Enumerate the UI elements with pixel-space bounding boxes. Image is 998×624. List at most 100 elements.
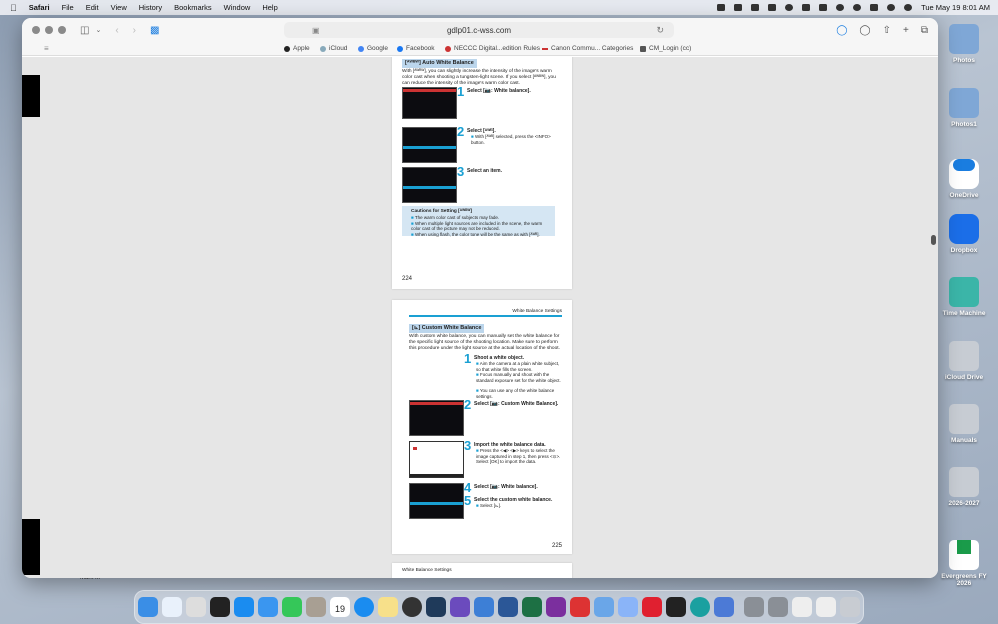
preview-icon[interactable] bbox=[792, 597, 812, 617]
bookmark-icloud[interactable]: iCloud bbox=[320, 45, 347, 52]
desktop-item-dropbox[interactable]: Dropbox bbox=[934, 214, 994, 254]
bookmark-label: Apple bbox=[293, 45, 310, 52]
apple-icon bbox=[284, 45, 290, 52]
share-icon[interactable]: ⇧ bbox=[883, 25, 891, 36]
lightroom-icon[interactable] bbox=[426, 597, 446, 617]
bookmark-cm-login[interactable]: CM_Login (cc) bbox=[640, 45, 691, 52]
bookmark-canon[interactable]: Canon Commu... Categories bbox=[542, 45, 633, 52]
onenote-icon[interactable] bbox=[546, 597, 566, 617]
dng-icon[interactable] bbox=[450, 597, 470, 617]
finder-icon[interactable] bbox=[138, 597, 158, 617]
dropbox-status-icon[interactable] bbox=[751, 4, 760, 11]
page-number: 224 bbox=[402, 276, 413, 282]
browser-toolbar: ◫ ⌄ ‹ › ▩ ▣ gdlp01.c-wss.com ↻ ◯ ◯ ⇧ + ⧉ bbox=[22, 18, 938, 42]
launchpad-icon[interactable] bbox=[186, 597, 206, 617]
menu-file[interactable]: File bbox=[62, 3, 74, 12]
word-icon[interactable] bbox=[498, 597, 518, 617]
edge-icon[interactable] bbox=[690, 597, 710, 617]
opera-icon[interactable] bbox=[642, 597, 662, 617]
sidebar-toggle-icon[interactable]: ◫ bbox=[80, 25, 89, 36]
desktop-item-2026-2027[interactable]: 2026-2027 bbox=[934, 467, 994, 507]
menu-view[interactable]: View bbox=[111, 3, 127, 12]
pdf-viewer[interactable]: [ᴬᵂᴮᵂ] Auto White Balance With [ᴬᵂᴮᵂ], y… bbox=[22, 57, 938, 578]
folder-icon[interactable] bbox=[744, 597, 764, 617]
reload-icon[interactable]: ↻ bbox=[656, 25, 664, 36]
canon-eu-icon[interactable] bbox=[570, 597, 590, 617]
tab-overview-icon[interactable]: ▩ bbox=[150, 25, 159, 36]
calendar-icon[interactable]: 19 bbox=[330, 597, 350, 617]
google-app-icon[interactable] bbox=[618, 597, 638, 617]
desktop-item-onedrive[interactable]: OneDrive bbox=[934, 150, 994, 199]
desktop-item-photos[interactable]: Photos bbox=[934, 24, 994, 64]
chevron-down-icon[interactable]: ⌄ bbox=[95, 26, 101, 34]
pdf-page-226: White Balance Settings bbox=[392, 563, 572, 578]
mail-icon[interactable] bbox=[258, 597, 278, 617]
forward-button[interactable]: › bbox=[133, 25, 136, 36]
siri-icon[interactable] bbox=[904, 4, 913, 11]
close-button[interactable] bbox=[32, 26, 40, 34]
desktop-label: iCloud Drive bbox=[944, 374, 984, 381]
bookmark-neccc[interactable]: NECCC Digital...edition Rules bbox=[445, 45, 540, 52]
control-center-icon[interactable] bbox=[870, 4, 879, 11]
camera-item-screenshot bbox=[402, 167, 457, 203]
wifi-icon[interactable] bbox=[853, 4, 862, 11]
running-header: White Balance Settings bbox=[402, 568, 452, 573]
menu-bookmarks[interactable]: Bookmarks bbox=[174, 3, 212, 12]
trash-icon[interactable] bbox=[840, 597, 860, 617]
bookmark-apple[interactable]: Apple bbox=[284, 45, 310, 52]
pen-status-icon[interactable] bbox=[802, 4, 811, 11]
folder-icon bbox=[949, 404, 979, 434]
status-app-icon[interactable] bbox=[717, 4, 726, 11]
folder-icon[interactable] bbox=[768, 597, 788, 617]
desktop-item-evergreens[interactable]: Evergreens FY 2026 bbox=[934, 532, 994, 587]
caution-item: When using flash, the color tone will be… bbox=[411, 232, 552, 238]
search-icon[interactable] bbox=[887, 4, 896, 11]
desktop-item-icloud-drive[interactable]: iCloud Drive bbox=[934, 341, 994, 381]
menu-history[interactable]: History bbox=[139, 3, 162, 12]
app-store-icon[interactable] bbox=[234, 597, 254, 617]
translate-icon[interactable]: ◯ bbox=[836, 25, 847, 36]
status-app-icon[interactable] bbox=[734, 4, 743, 11]
grid-icon[interactable]: ≡ bbox=[44, 44, 49, 53]
minimize-button[interactable] bbox=[45, 26, 53, 34]
clock-icon[interactable] bbox=[836, 4, 845, 11]
messages-icon[interactable] bbox=[282, 597, 302, 617]
battery-icon[interactable] bbox=[819, 4, 828, 11]
menu-help[interactable]: Help bbox=[262, 3, 277, 12]
notes-icon[interactable] bbox=[378, 597, 398, 617]
accessibility-icon[interactable]: ◯ bbox=[859, 25, 870, 36]
scrollbar-thumb[interactable] bbox=[931, 235, 936, 245]
preview-icon[interactable] bbox=[816, 597, 836, 617]
menu-edit[interactable]: Edit bbox=[86, 3, 99, 12]
new-tab-icon[interactable]: + bbox=[903, 25, 909, 36]
menubar-clock[interactable]: Tue May 19 8:01 AM bbox=[921, 3, 990, 12]
contacts-icon[interactable] bbox=[306, 597, 326, 617]
background-edge bbox=[22, 75, 40, 117]
excel-icon[interactable] bbox=[522, 597, 542, 617]
menu-app-safari[interactable]: Safari bbox=[29, 3, 50, 12]
wacom-icon[interactable] bbox=[594, 597, 614, 617]
mission-control-icon[interactable] bbox=[210, 597, 230, 617]
kindle-icon[interactable] bbox=[666, 597, 686, 617]
back-button[interactable]: ‹ bbox=[115, 25, 118, 36]
desktop-item-time-machine[interactable]: Time Machine bbox=[934, 277, 994, 317]
books-icon[interactable] bbox=[474, 597, 494, 617]
desktop-item-photos1[interactable]: Photos1 bbox=[934, 88, 994, 128]
tabs-icon[interactable]: ⧉ bbox=[921, 25, 928, 36]
safari-icon[interactable] bbox=[354, 597, 374, 617]
camera-app-icon[interactable] bbox=[402, 597, 422, 617]
address-bar[interactable]: ▣ gdlp01.c-wss.com ↻ bbox=[284, 22, 674, 38]
onedrive-status-icon[interactable] bbox=[785, 4, 794, 11]
cloud-status-icon[interactable] bbox=[768, 4, 777, 11]
bookmark-google[interactable]: Google bbox=[358, 45, 388, 52]
apple-menu-icon[interactable]:  bbox=[10, 3, 17, 13]
canon-icon bbox=[542, 47, 548, 50]
menu-window[interactable]: Window bbox=[224, 3, 251, 12]
desktop-item-manuals[interactable]: Manuals bbox=[934, 404, 994, 444]
zoom-button[interactable] bbox=[58, 26, 66, 34]
bookmark-facebook[interactable]: Facebook bbox=[397, 45, 435, 52]
accessibility-app-icon[interactable] bbox=[714, 597, 734, 617]
folder-icon bbox=[949, 467, 979, 497]
camera-custom-wb-screenshot bbox=[409, 483, 464, 519]
icloud-icon[interactable] bbox=[162, 597, 182, 617]
